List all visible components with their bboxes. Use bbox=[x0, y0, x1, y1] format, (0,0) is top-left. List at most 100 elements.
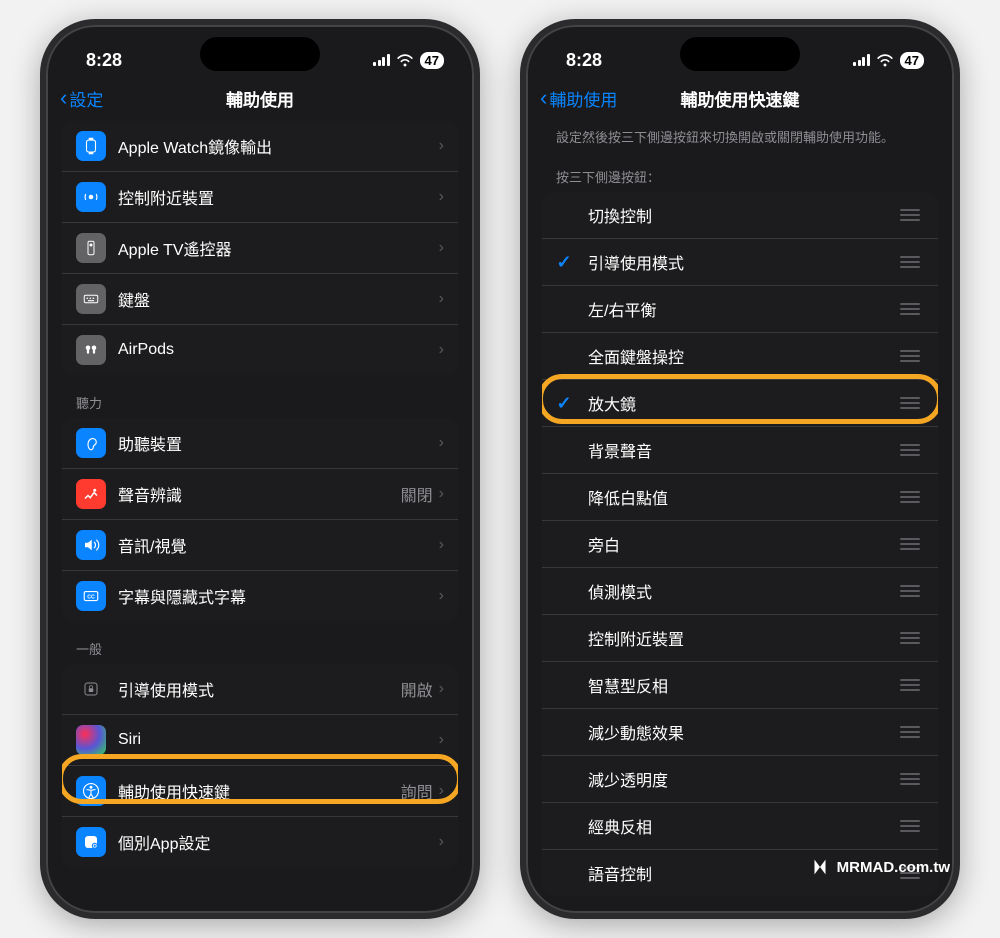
drag-handle-icon[interactable] bbox=[896, 252, 924, 272]
shortcut-label: 智慧型反相 bbox=[588, 673, 896, 697]
drag-handle-icon[interactable] bbox=[896, 205, 924, 225]
drag-handle-icon[interactable] bbox=[896, 816, 924, 836]
shortcut-row[interactable]: ✓引導使用模式 bbox=[542, 239, 938, 286]
cc-icon: CC bbox=[76, 581, 106, 611]
settings-row[interactable]: Apple Watch鏡像輸出› bbox=[62, 121, 458, 172]
shortcut-row[interactable]: 背景聲音 bbox=[542, 427, 938, 474]
chevron-right-icon: › bbox=[439, 833, 444, 851]
shortcut-row[interactable]: ✓ 放大鏡 bbox=[542, 380, 938, 427]
drag-handle-icon[interactable] bbox=[896, 299, 924, 319]
drag-handle-icon[interactable] bbox=[896, 393, 924, 413]
shortcut-row[interactable]: 偵測模式 bbox=[542, 568, 938, 615]
shortcut-row[interactable]: 旁白 bbox=[542, 521, 938, 568]
shortcut-row[interactable]: 智慧型反相 bbox=[542, 662, 938, 709]
ear-icon bbox=[76, 428, 106, 458]
row-label: 聲音辨識 bbox=[118, 482, 401, 506]
chevron-right-icon: › bbox=[439, 587, 444, 605]
section-header-hearing: 聽力 bbox=[62, 375, 458, 418]
svg-text:CC: CC bbox=[87, 594, 95, 600]
settings-group-physical: Apple Watch鏡像輸出›控制附近裝置›Apple TV遙控器›鍵盤›Ai… bbox=[62, 121, 458, 375]
siri-icon bbox=[76, 725, 106, 755]
row-label: AirPods bbox=[118, 341, 439, 359]
shortcut-label: 全面鍵盤操控 bbox=[588, 344, 896, 368]
chevron-right-icon: › bbox=[439, 341, 444, 359]
settings-row[interactable]: 音訊/視覺› bbox=[62, 520, 458, 571]
appsettings-icon bbox=[76, 827, 106, 857]
remote-icon bbox=[76, 233, 106, 263]
settings-row[interactable]: 個別App設定› bbox=[62, 817, 458, 867]
row-label: Apple TV遙控器 bbox=[118, 236, 439, 260]
phone-left: 8:28 47 ‹ 設定 輔助使用 Apple Watch鏡像輸出›控制附近裝置… bbox=[40, 19, 480, 919]
settings-row[interactable]: 輔助使用快速鍵詢問› bbox=[62, 766, 458, 817]
row-label: 輔助使用快速鍵 bbox=[118, 779, 401, 803]
row-label: 控制附近裝置 bbox=[118, 185, 439, 209]
shortcut-row[interactable]: 左/右平衡 bbox=[542, 286, 938, 333]
dynamic-island bbox=[200, 37, 320, 71]
status-time: 8:28 bbox=[566, 50, 602, 71]
drag-handle-icon[interactable] bbox=[896, 769, 924, 789]
content-right: 設定然後按三下側邊按鈕來切換開啟或關閉輔助使用功能。 按三下側邊按鈕： 切換控制… bbox=[526, 121, 954, 913]
drag-handle-icon[interactable] bbox=[896, 675, 924, 695]
nav-bar: ‹ 輔助使用 輔助使用快速鍵 bbox=[526, 77, 954, 121]
row-label: 個別App設定 bbox=[118, 830, 439, 854]
row-label: 音訊/視覺 bbox=[118, 533, 439, 557]
shortcut-label: 經典反相 bbox=[588, 814, 896, 838]
shortcut-label: 控制附近裝置 bbox=[588, 626, 896, 650]
chevron-right-icon: › bbox=[439, 485, 444, 503]
drag-handle-icon[interactable] bbox=[896, 628, 924, 648]
drag-handle-icon[interactable] bbox=[896, 722, 924, 742]
status-time: 8:28 bbox=[86, 50, 122, 71]
settings-row[interactable]: 助聽裝置› bbox=[62, 418, 458, 469]
chevron-right-icon: › bbox=[439, 731, 444, 749]
row-value: 開啟 bbox=[401, 677, 433, 701]
shortcut-label: 減少動態效果 bbox=[588, 720, 896, 744]
row-label: Siri bbox=[118, 731, 439, 749]
checkmark-icon: ✓ bbox=[556, 393, 571, 414]
chevron-left-icon: ‹ bbox=[540, 85, 547, 111]
settings-row[interactable]: Apple TV遙控器› bbox=[62, 223, 458, 274]
settings-row[interactable]: Siri› bbox=[62, 715, 458, 766]
drag-handle-icon[interactable] bbox=[896, 581, 924, 601]
wifi-icon bbox=[876, 54, 894, 67]
settings-group-hearing: 助聽裝置›聲音辨識關閉›音訊/視覺›CC字幕與隱藏式字幕› bbox=[62, 418, 458, 621]
chevron-right-icon: › bbox=[439, 239, 444, 257]
drag-handle-icon[interactable] bbox=[896, 440, 924, 460]
settings-row[interactable]: 聲音辨識關閉› bbox=[62, 469, 458, 520]
shortcut-label: 放大鏡 bbox=[588, 391, 896, 415]
dynamic-island bbox=[680, 37, 800, 71]
settings-row[interactable]: CC字幕與隱藏式字幕› bbox=[62, 571, 458, 621]
settings-row[interactable]: 鍵盤› bbox=[62, 274, 458, 325]
shortcut-row[interactable]: 減少動態效果 bbox=[542, 709, 938, 756]
nav-bar: ‹ 設定 輔助使用 bbox=[46, 77, 474, 121]
drag-handle-icon[interactable] bbox=[896, 534, 924, 554]
description-text: 設定然後按三下側邊按鈕來切換開啟或關閉輔助使用功能。 bbox=[542, 121, 938, 161]
nearby-icon bbox=[76, 182, 106, 212]
settings-group-general: 引導使用模式開啟›Siri›輔助使用快速鍵詢問›個別App設定› bbox=[62, 664, 458, 867]
chevron-right-icon: › bbox=[439, 290, 444, 308]
back-button[interactable]: ‹ 設定 bbox=[60, 85, 103, 111]
shortcut-row[interactable]: 全面鍵盤操控 bbox=[542, 333, 938, 380]
shortcut-row[interactable]: 控制附近裝置 bbox=[542, 615, 938, 662]
list-header: 按三下側邊按鈕： bbox=[542, 161, 938, 192]
drag-handle-icon[interactable] bbox=[896, 487, 924, 507]
shortcut-row[interactable]: 切換控制 bbox=[542, 192, 938, 239]
checkmark-icon: ✓ bbox=[556, 252, 571, 273]
shortcut-row[interactable]: 經典反相 bbox=[542, 803, 938, 850]
settings-row[interactable]: AirPods› bbox=[62, 325, 458, 375]
shortcut-label: 切換控制 bbox=[588, 203, 896, 227]
chevron-right-icon: › bbox=[439, 680, 444, 698]
battery-icon: 47 bbox=[900, 52, 924, 69]
drag-handle-icon[interactable] bbox=[896, 346, 924, 366]
shortcut-row[interactable]: 降低白點值 bbox=[542, 474, 938, 521]
shortcut-list: 切換控制 ✓引導使用模式左/右平衡全面鍵盤操控 ✓ 放大鏡背景聲音降低白點值旁白偵測模… bbox=[542, 192, 938, 896]
settings-row[interactable]: 引導使用模式開啟› bbox=[62, 664, 458, 715]
chevron-right-icon: › bbox=[439, 782, 444, 800]
settings-row[interactable]: 控制附近裝置› bbox=[62, 172, 458, 223]
back-button[interactable]: ‹ 輔助使用 bbox=[540, 85, 617, 111]
battery-icon: 47 bbox=[420, 52, 444, 69]
status-icons: 47 bbox=[373, 52, 444, 69]
wifi-icon bbox=[396, 54, 414, 67]
accessibility-icon bbox=[76, 776, 106, 806]
chevron-right-icon: › bbox=[439, 188, 444, 206]
shortcut-row[interactable]: 減少透明度 bbox=[542, 756, 938, 803]
